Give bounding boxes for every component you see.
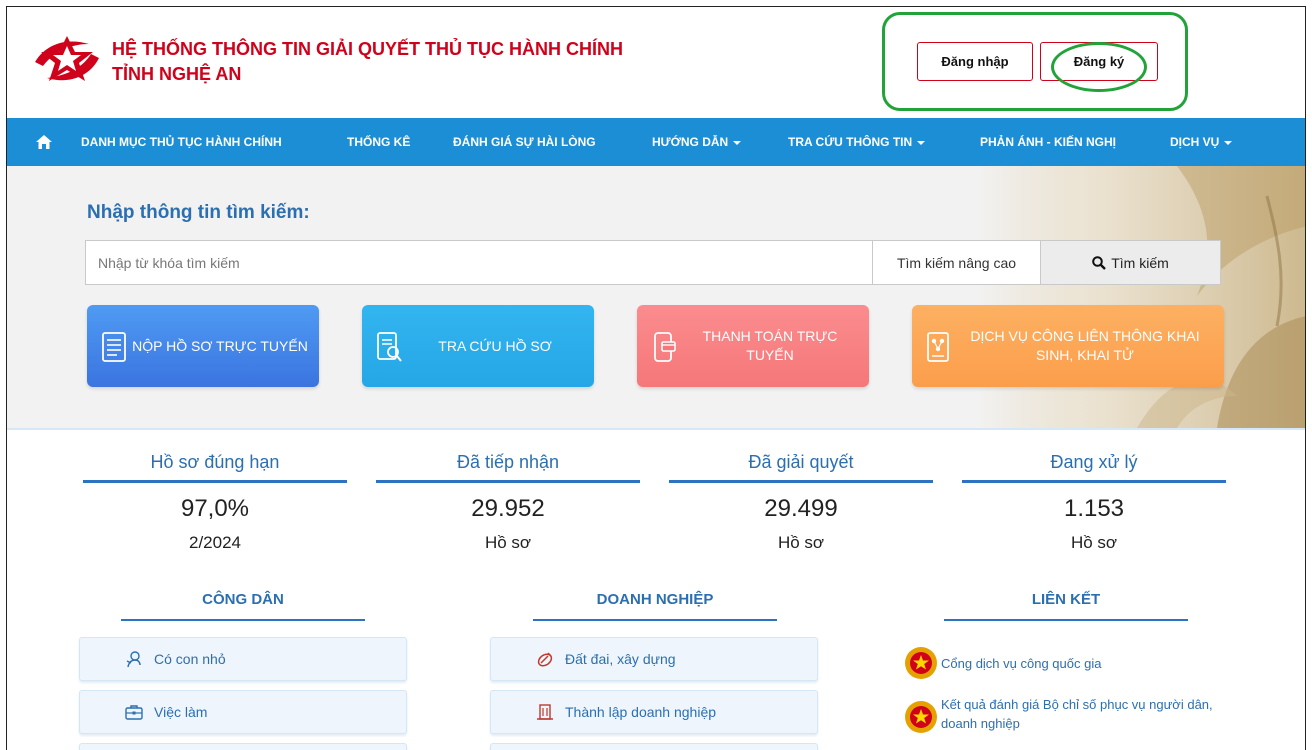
login-button[interactable]: Đăng nhập xyxy=(917,42,1033,81)
land-icon xyxy=(537,652,553,667)
stat-value: 1.153 xyxy=(1063,495,1125,522)
nav-label: TRA CỨU THÔNG TIN xyxy=(788,135,913,149)
caret-down-icon xyxy=(733,140,742,145)
stat-resolved: Đã giải quyết 29.499 Hồ sơ xyxy=(669,447,933,553)
stat-value: 29.952 xyxy=(471,495,545,522)
stat-value: 29.499 xyxy=(764,495,838,522)
stat-received: Đã tiếp nhận 29.952 Hồ sơ xyxy=(376,447,640,553)
baby-icon xyxy=(126,651,141,668)
link-service-index-evaluation[interactable]: Kết quả đánh giá Bộ chỉ số phục vụ người… xyxy=(903,695,1241,735)
nav-label: THỐNG KÊ xyxy=(347,135,411,149)
site-header: HỆ THỐNG THÔNG TIN GIẢI QUYẾT THỦ TỤC HÀ… xyxy=(7,7,1305,118)
caret-down-icon xyxy=(917,140,926,145)
phone-payment-icon xyxy=(654,332,676,362)
document-icon xyxy=(102,332,126,362)
tile-label: Thành lập doanh nghiệp xyxy=(565,704,717,720)
nav-label: ĐÁNH GIÁ SỰ HÀI LÒNG xyxy=(453,135,596,149)
business-rule xyxy=(533,619,777,621)
citizen-item-small-children[interactable]: Có con nhỏ xyxy=(79,637,407,681)
tile-label: Có con nhỏ xyxy=(154,651,226,667)
logo-icon xyxy=(35,36,99,81)
stat-label: Đã tiếp nhận xyxy=(456,452,560,472)
section-divider xyxy=(7,428,1305,430)
stat-sub: 2/2024 xyxy=(189,533,241,552)
citizen-item-employment[interactable]: Việc làm xyxy=(79,690,407,734)
site-title-line1: HỆ THỐNG THÔNG TIN GIẢI QUYẾT THỦ TỤC HÀ… xyxy=(112,39,623,59)
nav-item-guide[interactable]: HƯỚNG DẪN xyxy=(652,118,742,166)
stat-label: Đang xử lý xyxy=(1050,452,1138,472)
national-emblem-icon xyxy=(905,701,937,733)
search-document-icon xyxy=(377,332,402,362)
stat-label: Đã giải quyết xyxy=(748,452,854,472)
stat-sub: Hồ sơ xyxy=(484,533,532,552)
tile-label: Việc làm xyxy=(154,704,208,720)
national-emblem-icon xyxy=(905,647,937,679)
stat-rule xyxy=(962,480,1226,483)
business-item-land-construction[interactable]: Đất đai, xây dựng xyxy=(490,637,818,681)
nav-label: PHẢN ÁNH - KIẾN NGHỊ xyxy=(980,135,1117,149)
search-section: Nhập thông tin tìm kiếm: Tìm kiếm nâng c… xyxy=(7,166,1305,428)
nav-label: HƯỚNG DẪN xyxy=(652,135,729,149)
nav-item-procedures[interactable]: DANH MỤC THỦ TỤC HÀNH CHÍNH xyxy=(81,118,282,166)
business-item-establish-enterprise[interactable]: Thành lập doanh nghiệp xyxy=(490,690,818,734)
home-icon[interactable] xyxy=(35,134,53,150)
nav-item-satisfaction[interactable]: ĐÁNH GIÁ SỰ HÀI LÒNG xyxy=(453,118,596,166)
nav-label: DỊCH VỤ xyxy=(1170,135,1220,149)
network-document-icon xyxy=(927,332,949,362)
advanced-search-button[interactable]: Tìm kiếm nâng cao xyxy=(872,240,1041,285)
service-label: THANH TOÁN TRỰC TUYẾN xyxy=(702,328,838,363)
stat-label: Hồ sơ đúng hạn xyxy=(150,452,280,472)
caret-down-icon xyxy=(1224,140,1233,145)
service-birth-death-registration[interactable]: DỊCH VỤ CÔNG LIÊN THÔNG KHAI SINH, KHAI … xyxy=(912,305,1224,387)
citizen-item-more[interactable] xyxy=(79,743,407,750)
link-label: Kết quả đánh giá Bộ chỉ số phục vụ người… xyxy=(941,697,1213,731)
stat-sub: Hồ sơ xyxy=(1070,533,1118,552)
citizen-title: CÔNG DÂN xyxy=(202,591,284,608)
stat-rule xyxy=(376,480,640,483)
search-button[interactable]: Tìm kiếm xyxy=(1040,240,1221,285)
business-item-more[interactable] xyxy=(490,743,818,750)
search-icon xyxy=(1092,255,1107,270)
service-label: NỘP HỒ SƠ TRỰC TUYẾN xyxy=(132,337,308,354)
briefcase-icon xyxy=(125,705,143,720)
search-button-label: Tìm kiếm xyxy=(1111,254,1169,271)
site-title-line2: TỈNH NGHỆ AN xyxy=(112,64,242,84)
link-national-public-service-portal[interactable]: Cổng dịch vụ công quốc gia xyxy=(903,645,1241,681)
search-input[interactable] xyxy=(85,240,873,285)
nav-label: DANH MỤC THỦ TỤC HÀNH CHÍNH xyxy=(81,135,282,149)
stat-processing: Đang xử lý 1.153 Hồ sơ xyxy=(962,447,1226,553)
nav-item-services[interactable]: DỊCH VỤ xyxy=(1170,118,1233,166)
building-icon xyxy=(537,704,553,720)
site-title: HỆ THỐNG THÔNG TIN GIẢI QUYẾT THỦ TỤC HÀ… xyxy=(112,37,623,87)
business-title: DOANH NGHIỆP xyxy=(596,591,714,608)
link-label: Cổng dịch vụ công quốc gia xyxy=(941,656,1102,671)
stat-rule xyxy=(83,480,347,483)
stat-on-time: Hồ sơ đúng hạn 97,0% 2/2024 xyxy=(83,447,347,553)
service-submit-online[interactable]: NỘP HỒ SƠ TRỰC TUYẾN xyxy=(87,305,319,387)
main-nav: DANH MỤC THỦ TỤC HÀNH CHÍNH THỐNG KÊ ĐÁN… xyxy=(7,118,1305,166)
nav-item-statistics[interactable]: THỐNG KÊ xyxy=(347,118,410,166)
search-title: Nhập thông tin tìm kiếm: xyxy=(87,202,310,223)
page-frame: HỆ THỐNG THÔNG TIN GIẢI QUYẾT THỦ TỤC HÀ… xyxy=(6,6,1306,750)
stat-sub: Hồ sơ xyxy=(777,533,825,552)
service-lookup-dossier[interactable]: TRA CỨU HỒ SƠ xyxy=(362,305,594,387)
stat-rule xyxy=(669,480,933,483)
service-label: DỊCH VỤ CÔNG LIÊN THÔNG KHAI SINH, KHAI … xyxy=(970,328,1200,363)
citizen-rule xyxy=(121,619,365,621)
lotus-background-decoration xyxy=(977,166,1305,428)
nav-item-feedback[interactable]: PHẢN ÁNH - KIẾN NGHỊ xyxy=(980,118,1116,166)
links-rule xyxy=(944,619,1188,621)
nav-item-lookup[interactable]: TRA CỨU THÔNG TIN xyxy=(788,118,926,166)
stat-value: 97,0% xyxy=(180,495,250,522)
service-online-payment[interactable]: THANH TOÁN TRỰC TUYẾN xyxy=(637,305,869,387)
tile-label: Đất đai, xây dựng xyxy=(565,651,676,667)
service-label: TRA CỨU HỒ SƠ xyxy=(438,337,552,354)
register-button[interactable]: Đăng ký xyxy=(1040,42,1158,81)
links-title: LIÊN KẾT xyxy=(1031,591,1101,608)
